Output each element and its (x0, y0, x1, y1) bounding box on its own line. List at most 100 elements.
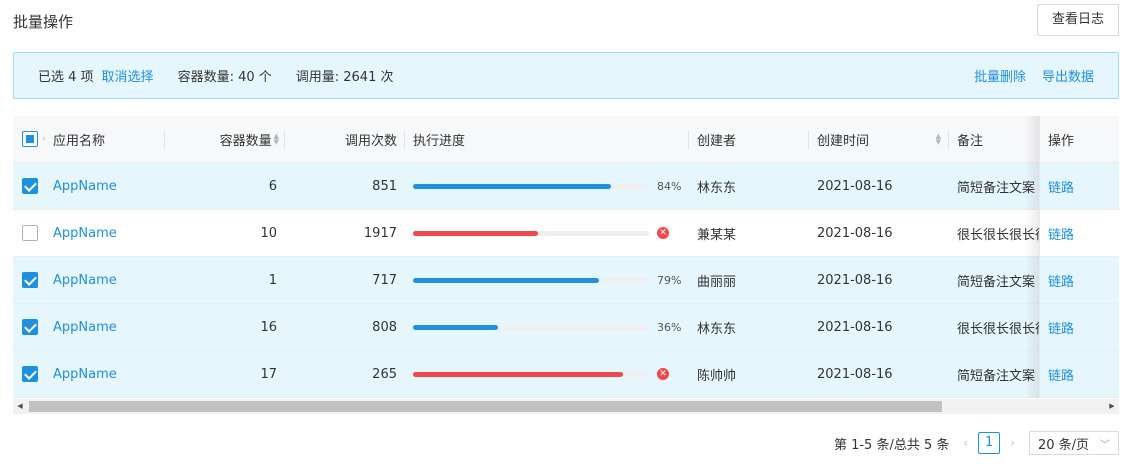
progress-bar (413, 278, 649, 283)
view-log-button[interactable]: 查看日志 (1036, 4, 1119, 36)
header-created-at[interactable]: 创建时间 ▲ ▼ (817, 116, 941, 162)
batch-delete-link[interactable]: 批量删除 (974, 66, 1026, 85)
export-data-link[interactable]: 导出数据 (1042, 66, 1094, 85)
row-checkbox[interactable] (22, 366, 38, 382)
call-count-cell: 1917 (363, 225, 397, 241)
chevron-down-icon[interactable]: › (42, 134, 46, 144)
action-cell: 链路 (1039, 257, 1119, 303)
page-header: 批量操作 查看日志 (13, 4, 1119, 36)
header-app-name: 应用名称 (53, 133, 106, 149)
creator-cell: 兼某某 (697, 227, 737, 243)
app-name-link[interactable]: AppName (53, 210, 117, 256)
header-action: 操作 (1039, 116, 1119, 162)
progress-fill (413, 278, 599, 283)
created-at-cell: 2021-08-16 (817, 319, 893, 335)
pagination-summary: 第 1-5 条/总共 5 条 (833, 437, 950, 453)
header-container-count-label: 容器数量 (219, 133, 272, 149)
container-count-cell: 17 (260, 366, 277, 382)
row-checkbox[interactable] (22, 178, 38, 194)
header-creator: 创建者 (697, 133, 737, 149)
row-checkbox-cell[interactable] (22, 210, 38, 256)
scrollbar-thumb[interactable] (29, 401, 942, 412)
progress-bar (413, 184, 649, 189)
page-size-value: 20 条/页 (1038, 437, 1090, 453)
call-volume-summary: 调用量: 2641 次 (295, 70, 394, 85)
page-1-button[interactable]: 1 (978, 432, 1001, 454)
row-checkbox-cell[interactable] (22, 351, 38, 397)
error-icon: ✕ (657, 368, 669, 380)
pagination: 第 1-5 条/总共 5 条 ‹ 1 › 20 条/页 ﹀ (834, 430, 1119, 456)
created-at-cell: 2021-08-16 (817, 272, 893, 288)
header-note: 备注 (957, 133, 984, 149)
container-count-summary: 容器数量: 40 个 (177, 70, 272, 85)
header-call-count: 调用次数 (344, 133, 397, 149)
progress-fill (413, 231, 538, 236)
scroll-right-icon[interactable]: ▶ (1105, 399, 1119, 414)
chevron-down-icon: ﹀ (1100, 439, 1110, 451)
progress-percent: 84% (657, 180, 682, 193)
progress-bar (413, 231, 649, 236)
trace-link[interactable]: 链路 (1048, 271, 1074, 290)
progress-bar (413, 372, 649, 377)
trace-link[interactable]: 链路 (1048, 365, 1074, 384)
select-all-checkbox[interactable] (22, 131, 38, 147)
sort-icon[interactable]: ▲ ▼ (274, 133, 279, 146)
table-row[interactable]: AppName 17 265 ✕ 陈帅帅 2021-08-16 简短备注文案 链路 (13, 351, 1119, 398)
fixed-column-shadow (1025, 116, 1039, 398)
app-name-link[interactable]: AppName (53, 304, 117, 350)
call-count-cell: 265 (372, 366, 397, 382)
progress-percent: 36% (657, 321, 682, 334)
table-row[interactable]: AppName101917✕兼某某2021-08-16很长很长很长很长链路 (13, 210, 1119, 257)
row-checkbox[interactable] (22, 225, 38, 241)
trace-link[interactable]: 链路 (1048, 318, 1074, 337)
page-title: 批量操作 (13, 13, 74, 31)
table-row[interactable]: AppName 6 851 84% 林东东 2021-08-16 简短备注文案 链路 (13, 163, 1119, 210)
cancel-selection-link[interactable]: 取消选择 (102, 66, 154, 85)
next-page-icon[interactable]: › (1010, 436, 1015, 450)
data-table: › 应用名称 容器数量 ▲ ▼ 调用次数 执行进度 创建者 创建时间 ▲ ▼ 备注 … (13, 116, 1119, 416)
column-divider (284, 130, 285, 150)
created-at-cell: 2021-08-16 (817, 225, 893, 241)
table-header: › 应用名称 容器数量 ▲ ▼ 调用次数 执行进度 创建者 创建时间 ▲ ▼ 备注 … (13, 116, 1119, 163)
prev-page-icon[interactable]: ‹ (963, 436, 968, 450)
creator-cell: 林东东 (697, 321, 737, 337)
call-count-cell: 808 (372, 319, 397, 335)
call-count-cell: 851 (372, 178, 397, 194)
container-count-cell: 10 (260, 225, 277, 241)
column-divider (404, 130, 405, 150)
container-count-cell: 1 (268, 272, 277, 288)
row-checkbox-cell[interactable] (22, 304, 38, 350)
header-progress: 执行进度 (413, 133, 466, 149)
container-count-cell: 6 (268, 178, 277, 194)
table-row[interactable]: AppName 1 717 79% 曲丽丽 2021-08-16 简短备注文案 链路 (13, 257, 1119, 304)
page-size-select[interactable]: 20 条/页 ﹀ (1029, 431, 1119, 455)
row-checkbox[interactable] (22, 319, 38, 335)
row-checkbox-cell[interactable] (22, 257, 38, 303)
creator-cell: 林东东 (697, 180, 737, 196)
horizontal-scrollbar[interactable]: ◀ ▶ (13, 399, 1119, 414)
call-count-cell: 717 (372, 272, 397, 288)
header-container-count[interactable]: 容器数量 ▲ ▼ (173, 116, 279, 162)
select-all-cell[interactable]: › (22, 116, 46, 162)
column-divider (688, 130, 689, 150)
action-cell: 链路 (1039, 163, 1119, 209)
app-name-link[interactable]: AppName (53, 351, 117, 397)
app-name-link[interactable]: AppName (53, 163, 117, 209)
trace-link[interactable]: 链路 (1048, 177, 1074, 196)
action-cell: 链路 (1039, 304, 1119, 350)
sort-icon[interactable]: ▲ ▼ (936, 133, 941, 146)
scroll-left-icon[interactable]: ◀ (13, 399, 27, 414)
app-name-link[interactable]: AppName (53, 257, 117, 303)
row-checkbox-cell[interactable] (22, 163, 38, 209)
progress-bar (413, 325, 649, 330)
progress-fill (413, 372, 623, 377)
action-cell: 链路 (1039, 351, 1119, 397)
progress-fill (413, 325, 498, 330)
row-checkbox[interactable] (22, 272, 38, 288)
table-row[interactable]: AppName1680836%林东东2021-08-16很长很长很长很长链路 (13, 304, 1119, 351)
creator-cell: 曲丽丽 (697, 274, 737, 290)
progress-percent: 79% (657, 274, 682, 287)
trace-link[interactable]: 链路 (1048, 224, 1074, 243)
progress-fill (413, 184, 611, 189)
column-divider (164, 130, 165, 150)
